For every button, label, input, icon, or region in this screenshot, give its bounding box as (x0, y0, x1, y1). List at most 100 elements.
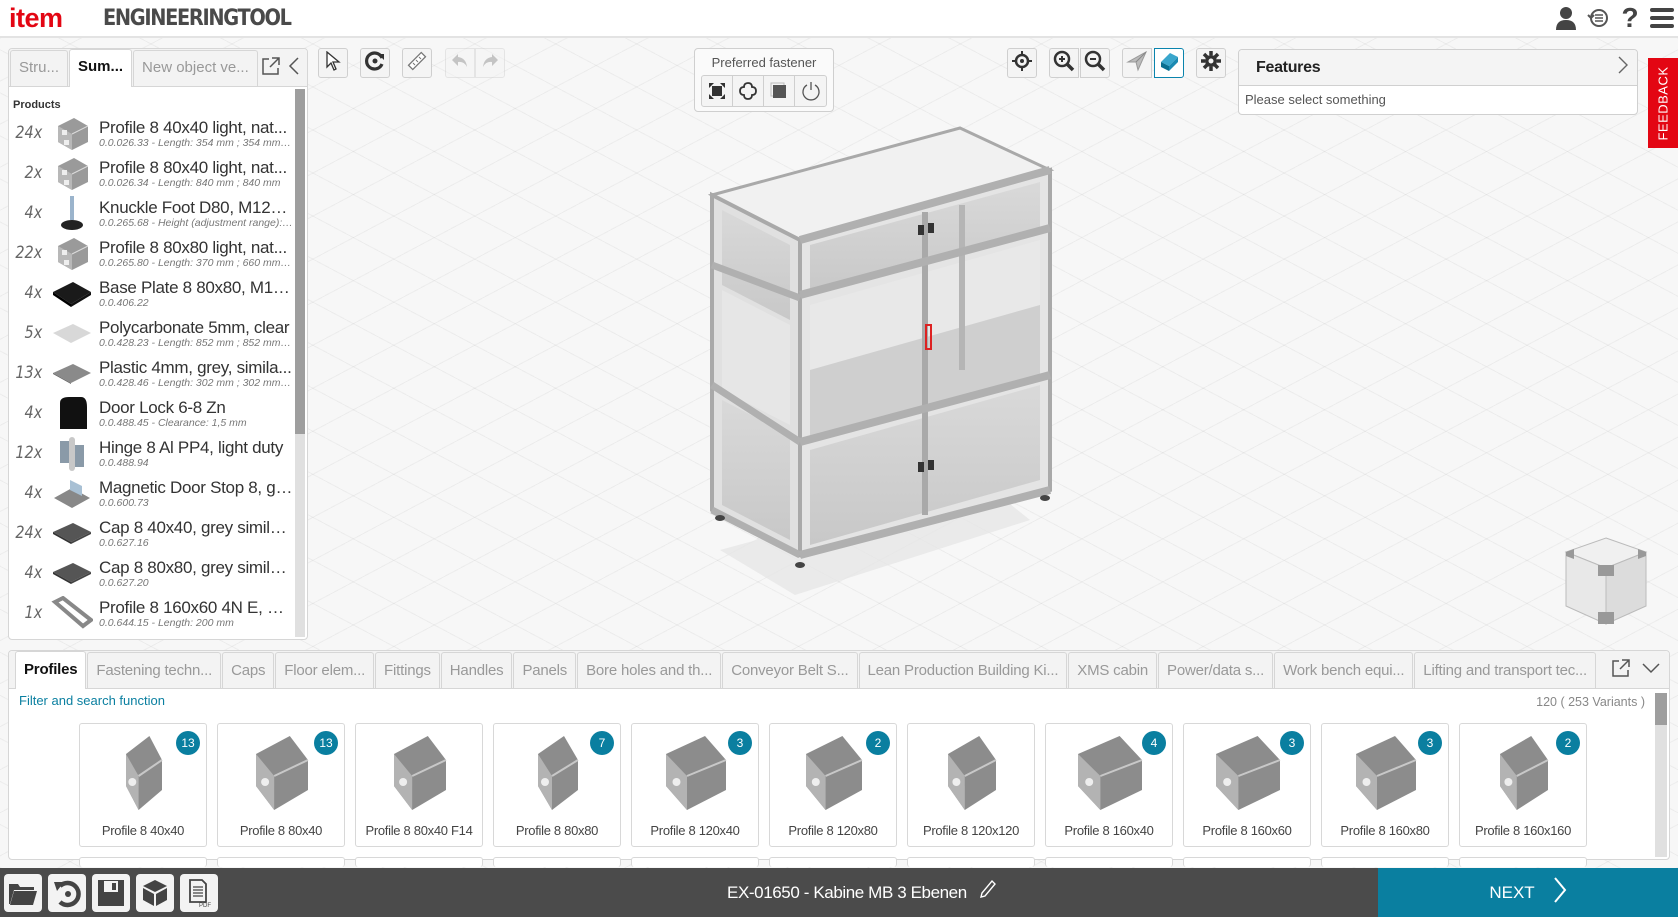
collapse-left-icon[interactable] (287, 56, 301, 81)
catalog-item[interactable]: Profile 8 80x40 F14 (355, 723, 483, 847)
solid-view-button[interactable] (1154, 48, 1184, 78)
settings-button[interactable] (1196, 48, 1226, 78)
product-description: 0.0.600.73 (99, 496, 149, 509)
catalog-item[interactable]: 3 Profile 8 120x40 (631, 723, 759, 847)
rotate-tool-button[interactable] (360, 48, 390, 78)
features-header[interactable]: Features (1239, 50, 1637, 86)
select-tool-button[interactable] (318, 48, 348, 78)
popout-icon[interactable] (1611, 658, 1631, 683)
tab-structure[interactable]: Stru... (10, 50, 69, 86)
next-button[interactable]: NEXT (1378, 868, 1678, 917)
catalog-item[interactable]: 3 Profile 8 160x80 (1321, 723, 1449, 847)
catalog-item-partial[interactable] (1321, 857, 1449, 867)
product-quantity: 13x (15, 363, 43, 383)
catalog-item[interactable]: 2 Profile 8 160x160 (1459, 723, 1587, 847)
perspective-view-button[interactable] (1122, 48, 1152, 78)
catalog-item-partial[interactable] (79, 857, 207, 867)
catalog-scrollbar[interactable] (1655, 693, 1667, 857)
catalog-tab-conveyor-belt-s[interactable]: Conveyor Belt S... (722, 652, 858, 688)
catalog-tab-work-bench-equi[interactable]: Work bench equi... (1274, 652, 1414, 688)
catalog-item[interactable]: 7 Profile 8 80x80 (493, 723, 621, 847)
redo-button[interactable] (475, 48, 505, 78)
product-item[interactable]: 4x Base Plate 8 80x80, M12,... 0.0.406.2… (9, 273, 293, 313)
product-item[interactable]: 4x Door Lock 6-8 Zn 0.0.488.45 - Clearan… (9, 393, 293, 433)
cabinet-3d-model[interactable] (700, 120, 1080, 610)
tab-summary[interactable]: Sum... (69, 49, 133, 87)
open-folder-button[interactable] (4, 874, 42, 912)
catalog-item-partial[interactable] (355, 857, 483, 867)
catalog-item[interactable]: Profile 8 120x120 (907, 723, 1035, 847)
product-item[interactable]: 2x Profile 8 80x40 light, nat... 0.0.026… (9, 153, 293, 193)
filter-search-link[interactable]: Filter and search function (19, 693, 165, 708)
popout-icon[interactable] (261, 56, 281, 81)
product-name: Profile 8 80x80 light, nat... (99, 237, 287, 257)
user-icon[interactable] (1554, 4, 1578, 32)
product-item[interactable]: 22x Profile 8 80x80 light, nat... 0.0.26… (9, 233, 293, 273)
catalog-tab-bore-holes-and-th[interactable]: Bore holes and th... (577, 652, 722, 688)
feedback-button[interactable]: FEEDBACK (1648, 58, 1678, 148)
scrollbar-thumb[interactable] (1655, 693, 1667, 725)
center-view-button[interactable] (1007, 48, 1037, 78)
history-icon[interactable] (1586, 4, 1610, 32)
catalog-item[interactable]: 4 Profile 8 160x40 (1045, 723, 1173, 847)
catalog-tab-fastening-techn[interactable]: Fastening techn... (87, 652, 222, 688)
catalog-tab-fittings[interactable]: Fittings (375, 652, 440, 688)
solid-view-icon (1158, 50, 1180, 77)
3d-export-button[interactable] (136, 874, 174, 912)
catalog-item[interactable]: 2 Profile 8 120x80 (769, 723, 897, 847)
product-item[interactable]: 5x Polycarbonate 5mm, clear 0.0.428.23 -… (9, 313, 293, 353)
edit-pencil-icon[interactable] (979, 869, 997, 917)
catalog-tab-panels[interactable]: Panels (513, 652, 577, 688)
catalog-tab-caps[interactable]: Caps (222, 652, 275, 688)
product-item[interactable]: 24x Cap 8 40x40, grey similar... 0.0.627… (9, 513, 293, 553)
fastener-universal-icon[interactable] (702, 76, 733, 106)
zoom-out-button[interactable] (1080, 48, 1110, 78)
product-item[interactable]: 1x Profile 8 160x60 4N E, na... 0.0.644.… (9, 593, 293, 633)
product-item[interactable]: 24x Profile 8 40x40 light, nat... 0.0.02… (9, 113, 293, 153)
catalog-item-partial[interactable] (217, 857, 345, 867)
product-list-scrollbar[interactable] (295, 89, 305, 637)
variant-count-badge: 4 (1142, 731, 1166, 755)
scrollbar-thumb[interactable] (295, 89, 305, 434)
item-logo[interactable]: item (9, 3, 63, 34)
chevron-down-icon[interactable] (1641, 661, 1661, 679)
catalog-tab-floor-elem[interactable]: Floor elem... (275, 652, 375, 688)
undo-button[interactable] (445, 48, 475, 78)
catalog-item-partial[interactable] (1459, 857, 1587, 867)
variant-count-badge: 13 (314, 731, 338, 755)
catalog-tab-profiles[interactable]: Profiles (15, 651, 87, 689)
product-item[interactable]: 13x Plastic 4mm, grey, simila... 0.0.428… (9, 353, 293, 393)
catalog-item-partial[interactable] (907, 857, 1035, 867)
save-button[interactable] (92, 874, 130, 912)
project-title[interactable]: EX-01650 - Kabine MB 3 Ebenen (727, 868, 997, 917)
pdf-export-button[interactable]: PDF (180, 874, 218, 912)
catalog-item[interactable]: 13 Profile 8 40x40 (79, 723, 207, 847)
zoom-in-button[interactable] (1049, 48, 1079, 78)
catalog-item-partial[interactable] (493, 857, 621, 867)
tab-new-object[interactable]: New object ve... (133, 50, 258, 86)
help-icon[interactable]: ? (1618, 2, 1642, 33)
catalog-item-partial[interactable] (1183, 857, 1311, 867)
catalog-tab-xms-cabin[interactable]: XMS cabin (1068, 652, 1158, 688)
product-item[interactable]: 4x Cap 8 80x80, grey similar... 0.0.627.… (9, 553, 293, 593)
catalog-item-partial[interactable] (1045, 857, 1173, 867)
catalog-tab-lean-production-building-ki[interactable]: Lean Production Building Ki... (858, 652, 1068, 688)
chevron-right-icon[interactable] (1617, 55, 1629, 81)
catalog-tab-power-data-s[interactable]: Power/data s... (1158, 652, 1274, 688)
catalog-tab-handles[interactable]: Handles (440, 652, 513, 688)
product-item[interactable]: 4x Knuckle Foot D80, M12x1... 0.0.265.68… (9, 193, 293, 233)
catalog-item[interactable]: 3 Profile 8 160x60 (1183, 723, 1311, 847)
navigation-cube[interactable] (1558, 532, 1654, 628)
product-item[interactable]: 12x Hinge 8 Al PP4, light duty 0.0.488.9… (9, 433, 293, 473)
catalog-item-partial[interactable] (631, 857, 759, 867)
catalog-tab-lifting-and-transport-tec[interactable]: Lifting and transport tec... (1414, 652, 1596, 688)
fastener-power-icon[interactable] (795, 76, 826, 106)
fastener-round-icon[interactable] (733, 76, 764, 106)
catalog-item[interactable]: 13 Profile 8 80x40 (217, 723, 345, 847)
fastener-square-icon[interactable] (764, 76, 795, 106)
reload-button[interactable] (48, 874, 86, 912)
catalog-item-partial[interactable] (769, 857, 897, 867)
measure-tool-button[interactable] (402, 48, 432, 78)
menu-icon[interactable] (1650, 4, 1674, 32)
product-item[interactable]: 4x Magnetic Door Stop 8, gr... 0.0.600.7… (9, 473, 293, 513)
